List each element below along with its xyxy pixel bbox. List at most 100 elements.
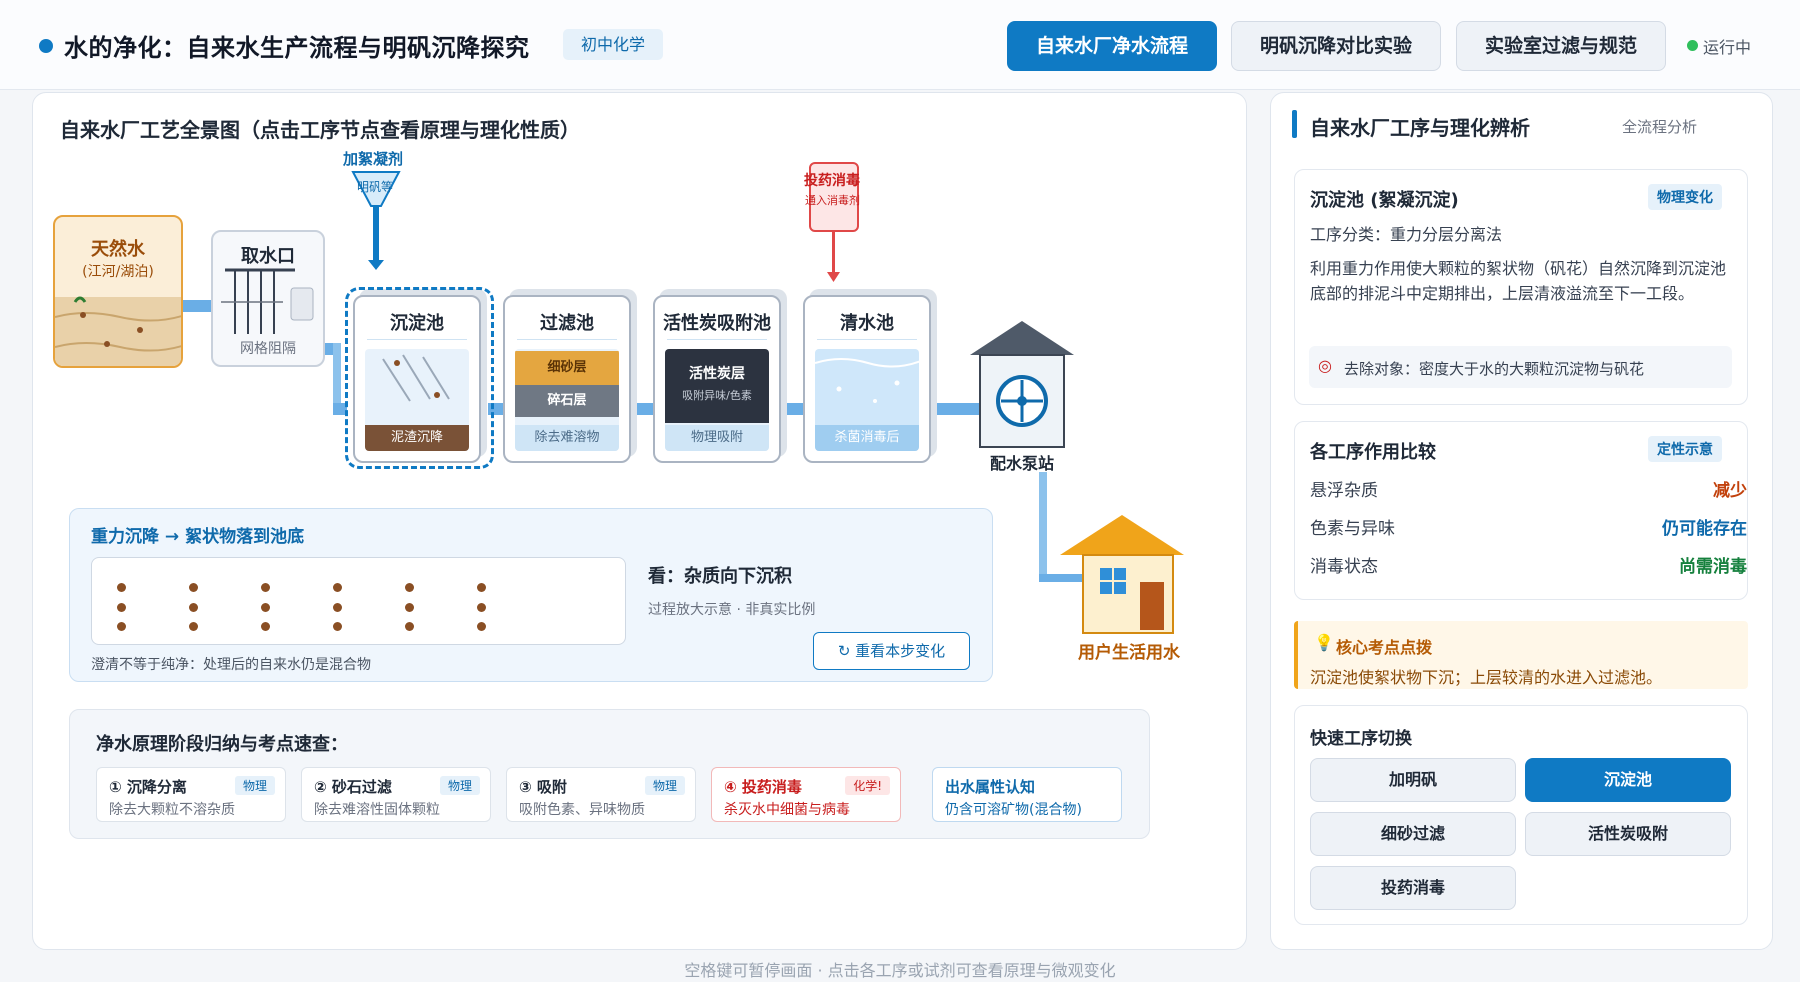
card-tag: 物理 xyxy=(234,776,275,795)
tank-divider xyxy=(517,339,617,340)
particle xyxy=(117,603,126,612)
compare-title: 各工序作用比较 xyxy=(1310,442,1436,463)
target-text: 去除对象：密度大于水的大颗粒沉淀物与矾花 xyxy=(1344,360,1645,378)
replay-button[interactable]: ↻ 重看本步变化 xyxy=(813,632,970,670)
tank-divider xyxy=(817,339,917,340)
filter-tank-node[interactable]: 过滤池 细砂层 碎石层 除去难溶物 xyxy=(503,295,631,463)
quick-btn-settling[interactable]: 沉淀池 xyxy=(1525,758,1731,802)
coagulant-label[interactable]: 加絮凝剂 xyxy=(343,148,403,169)
quick-btn-carbon[interactable]: 活性炭吸附 xyxy=(1525,812,1731,856)
carbon-layer-title: 活性炭层 xyxy=(689,366,745,382)
pipe-clear-pump xyxy=(935,403,979,415)
tab-alum-experiment[interactable]: 明矾沉降对比实验 xyxy=(1231,21,1441,71)
particle xyxy=(189,603,198,612)
quick-btn-sand-filter[interactable]: 细砂过滤 xyxy=(1310,812,1516,856)
compare-row-label: 消毒状态 xyxy=(1310,557,1378,577)
particle xyxy=(189,622,198,631)
quick-title: 快速工序切换 xyxy=(1310,729,1412,749)
house-window-door-icon xyxy=(1100,568,1164,630)
pump-wheel-icon xyxy=(996,375,1048,427)
card-title: 出水属性认知 xyxy=(945,778,1036,796)
card-desc: 除去难溶性固体颗粒 xyxy=(314,802,440,818)
footer-hint: 空格键可暂停画面 · 点击各工序或试剂可查看原理与微观变化 xyxy=(684,961,1116,980)
grille-icon xyxy=(221,268,314,334)
carbon-layer: 活性炭层 吸附异味/色素 xyxy=(665,349,769,423)
carbon-tank-node[interactable]: 活性炭吸附池 活性炭层 吸附异味/色素 物理吸附 xyxy=(653,295,781,463)
filter-caption: 除去难溶物 xyxy=(515,425,619,451)
summary-title: 净水原理阶段归纳与考点速查： xyxy=(96,734,348,755)
summary-card-disinfect[interactable]: ④ 投药消毒 化学! 杀灭水中细菌与病毒 xyxy=(711,767,901,822)
card-tag: 化学! xyxy=(845,776,890,795)
detail-category: 工序分类：重力分层分离法 xyxy=(1310,225,1503,244)
quick-btn-disinfect[interactable]: 投药消毒 xyxy=(1310,866,1516,910)
house-roof xyxy=(1060,515,1184,555)
filter-tank-title: 过滤池 xyxy=(540,313,594,334)
run-status: 运行中 xyxy=(1703,38,1752,57)
particle xyxy=(333,583,342,592)
particle xyxy=(405,622,414,631)
disinfectant-sub: 通入消毒剂 xyxy=(805,194,860,207)
particle xyxy=(477,622,486,631)
quick-btn-alum[interactable]: 加明矾 xyxy=(1310,758,1516,802)
selected-node-highlight xyxy=(345,287,494,469)
header-dot-icon xyxy=(39,39,53,53)
clear-water-tank-node[interactable]: 清水池 杀菌消毒后 xyxy=(803,295,931,463)
intake-sub: 网格阻隔 xyxy=(240,341,296,357)
side-title: 自来水厂工序与理化辨析 xyxy=(1310,116,1530,140)
particle xyxy=(477,583,486,592)
clear-water-body: 杀菌消毒后 xyxy=(815,349,919,451)
clear-water-caption: 杀菌消毒后 xyxy=(815,425,919,451)
app-header: 水的净化：自来水生产流程与明矾沉降探究 初中化学 自来水厂净水流程 明矾沉降对比… xyxy=(0,0,1800,90)
disinfectant-label[interactable]: 投药消毒 xyxy=(804,170,860,190)
pump-station-node[interactable] xyxy=(979,354,1065,448)
summary-card-output[interactable]: 出水属性认知 仍含可溶矿物(混合物) xyxy=(932,767,1122,822)
natural-water-node[interactable]: 天然水 (江河/湖泊) xyxy=(53,215,183,368)
summary-card-settling[interactable]: ① 沉降分离 物理 除去大颗粒不溶杂质 xyxy=(96,767,286,822)
tank-divider xyxy=(667,339,767,340)
carbon-caption: 物理吸附 xyxy=(665,425,769,451)
card-tag: 物理 xyxy=(644,776,685,795)
house-node[interactable] xyxy=(1082,554,1174,634)
sediment-particles-icon xyxy=(55,296,181,352)
detail-title: 沉淀池 (絮凝沉淀) xyxy=(1310,190,1459,211)
lightbulb-icon: 💡 xyxy=(1314,633,1334,652)
clear-water-title: 清水池 xyxy=(840,313,894,334)
side-hint: 全流程分析 xyxy=(1622,118,1698,136)
tab-lab-filtration[interactable]: 实验室过滤与规范 xyxy=(1456,21,1666,71)
pipe-to-house xyxy=(1039,574,1084,582)
disinfectant-arrow-icon xyxy=(827,232,840,282)
particle xyxy=(405,583,414,592)
card-title: ② 砂石过滤 xyxy=(314,778,392,796)
particle xyxy=(189,583,198,592)
carbon-layer-sub: 吸附异味/色素 xyxy=(682,389,752,402)
particle xyxy=(261,622,270,631)
carbon-tank-title: 活性炭吸附池 xyxy=(663,313,771,334)
summary-card-adsorb[interactable]: ③ 吸附 物理 吸附色素、异味物质 xyxy=(506,767,696,822)
replay-label: 重看本步变化 xyxy=(855,642,946,660)
particle xyxy=(117,622,126,631)
house-label: 用户生活用水 xyxy=(1078,643,1180,663)
compare-row-value: 尚需消毒 xyxy=(1679,557,1747,577)
compare-row-label: 色素与异味 xyxy=(1310,519,1395,539)
card-desc: 仍含可溶矿物(混合物) xyxy=(945,802,1082,818)
compare-row-value: 仍可能存在 xyxy=(1662,519,1747,539)
card-desc: 吸附色素、异味物质 xyxy=(519,802,645,818)
compare-row-value: 减少 xyxy=(1713,481,1747,501)
fine-sand-layer: 细砂层 xyxy=(515,351,619,385)
particle xyxy=(405,603,414,612)
card-desc: 杀灭水中细菌与病毒 xyxy=(724,802,850,818)
tip-title: 核心考点点拨 xyxy=(1336,638,1433,657)
side-accent-bar xyxy=(1292,110,1297,138)
particle xyxy=(117,583,126,592)
coagulant-sub: 明矾等 xyxy=(357,180,394,194)
pipe-pump-down xyxy=(1039,472,1047,582)
card-desc: 除去大颗粒不溶杂质 xyxy=(109,802,235,818)
summary-card-filter[interactable]: ② 砂石过滤 物理 除去难溶性固体颗粒 xyxy=(301,767,491,822)
particle xyxy=(333,603,342,612)
gravel-layer: 碎石层 xyxy=(515,385,619,417)
particle xyxy=(333,622,342,631)
intake-node[interactable]: 取水口 网格阻隔 xyxy=(211,230,325,367)
micro-scale-text: 过程放大示意 · 非真实比例 xyxy=(648,602,816,618)
tab-water-plant[interactable]: 自来水厂净水流程 xyxy=(1007,21,1217,71)
card-title: ④ 投药消毒 xyxy=(724,778,802,796)
